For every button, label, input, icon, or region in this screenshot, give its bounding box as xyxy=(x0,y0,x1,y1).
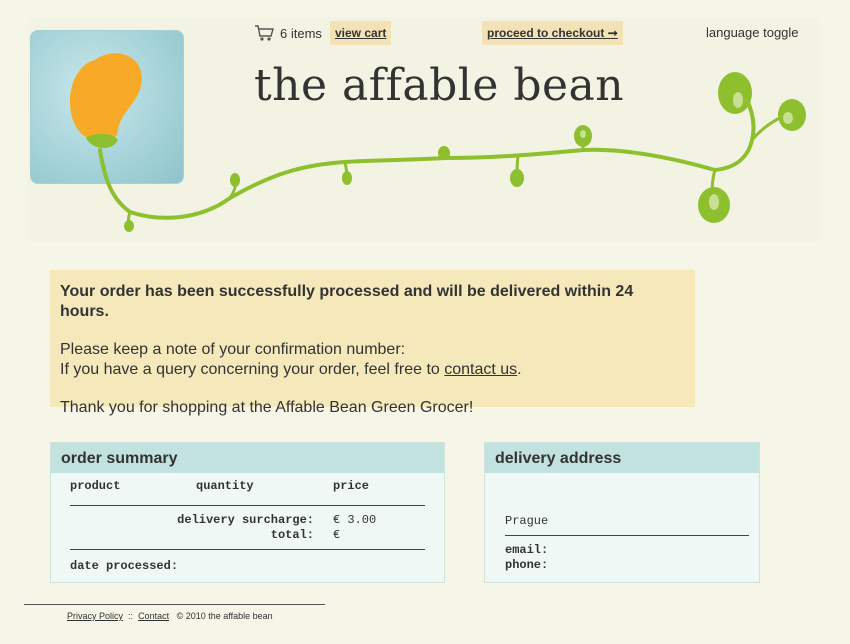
total-value: € xyxy=(333,528,341,542)
proceed-to-checkout-link[interactable]: proceed to checkout ➞ xyxy=(482,21,623,45)
city-value: Prague xyxy=(505,514,549,528)
view-cart-link[interactable]: view cart xyxy=(330,21,392,45)
query-suffix: . xyxy=(517,361,522,378)
cart-widget: 6 items xyxy=(254,22,322,44)
delivery-address-panel: delivery address Prague email: phone: xyxy=(484,442,760,583)
order-summary-title: order summary xyxy=(51,443,444,473)
column-product: product xyxy=(70,479,121,493)
order-summary-panel: order summary product quantity price del… xyxy=(50,442,445,583)
surcharge-label: delivery surcharge: xyxy=(177,513,314,527)
cart-icon xyxy=(255,25,274,41)
cart-count: 6 items xyxy=(280,25,322,41)
divider xyxy=(70,549,425,550)
footer: Privacy Policy :: Contact © 2010 the aff… xyxy=(67,611,273,621)
column-price: price xyxy=(333,479,370,493)
confirmation-line: Please keep a note of your confirmation … xyxy=(60,341,406,358)
confirmation-message: Your order has been successfully process… xyxy=(50,270,695,416)
logo[interactable] xyxy=(30,30,184,184)
copyright: © 2010 the affable bean xyxy=(176,611,273,621)
phone-label: phone: xyxy=(505,558,549,572)
footer-divider xyxy=(24,604,325,605)
surcharge-value: € 3.00 xyxy=(333,513,377,527)
footer-separator: :: xyxy=(128,611,134,621)
contact-link[interactable]: Contact xyxy=(138,611,169,621)
language-toggle[interactable]: language toggle xyxy=(706,25,799,40)
thank-you-line: Thank you for shopping at the Affable Be… xyxy=(60,399,474,416)
query-text: If you have a query concerning your orde… xyxy=(60,361,445,378)
total-label: total: xyxy=(270,528,314,542)
site-title: the affable bean xyxy=(254,60,625,111)
date-processed-label: date processed: xyxy=(70,559,179,573)
column-quantity: quantity xyxy=(196,479,254,493)
email-label: email: xyxy=(505,543,549,557)
privacy-policy-link[interactable]: Privacy Policy xyxy=(67,611,123,621)
success-heading: Your order has been successfully process… xyxy=(60,283,634,320)
contact-us-link[interactable]: contact us xyxy=(444,361,517,378)
divider xyxy=(505,535,749,536)
divider xyxy=(70,505,425,506)
delivery-address-title: delivery address xyxy=(485,443,759,473)
query-line: If you have a query concerning your orde… xyxy=(60,360,685,380)
